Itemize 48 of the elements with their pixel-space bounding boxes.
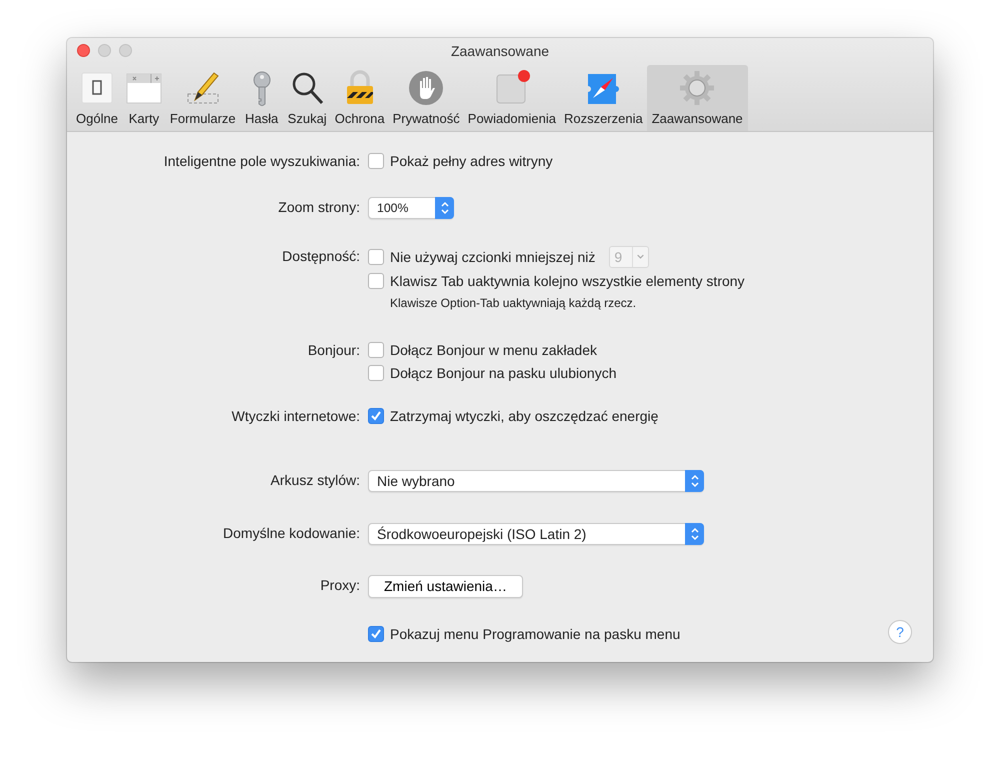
updown-arrows-icon <box>440 201 448 216</box>
checkbox-label[interactable]: Nie używaj czcionki mniejszej niż <box>390 247 596 268</box>
checkbox-label[interactable]: Dołącz Bonjour w menu zakładek <box>390 340 597 360</box>
toolbar-tab[interactable]: Szukaj <box>284 65 331 131</box>
toolbar-tab[interactable]: Ogólne <box>72 65 122 131</box>
zoom-button[interactable] <box>119 44 132 57</box>
checkbox[interactable] <box>368 626 384 642</box>
setting-label: Bonjour: <box>306 341 361 360</box>
settings-button[interactable]: Zmień ustawienia… <box>368 575 523 598</box>
popup-menu[interactable]: 100% <box>368 197 454 220</box>
hand-icon <box>408 70 444 106</box>
checkbox-label[interactable]: Zatrzymaj wtyczki, aby oszczędzać energię <box>390 406 658 426</box>
updown-arrows-icon <box>690 474 698 488</box>
toolbar-tab[interactable]: Hasła <box>240 65 284 131</box>
hint-text: Klawisze Option-Tab uaktywniają każdą rzecz. <box>389 295 638 312</box>
toolbar-tab[interactable]: Rozszerzenia <box>560 65 647 131</box>
setting-label: Inteligentne pole wyszukiwania: <box>162 152 361 171</box>
toolbar-tab[interactable]: Ochrona <box>330 65 389 131</box>
checkbox-label[interactable]: Pokaż pełny adres witryny <box>390 151 553 171</box>
checkbox[interactable] <box>368 153 384 169</box>
checkbox[interactable] <box>368 342 384 358</box>
setting-label: Proxy: <box>319 576 361 596</box>
checkbox[interactable] <box>368 273 384 290</box>
updown-arrows-icon <box>690 527 698 542</box>
gear-icon <box>679 70 716 106</box>
toolbar-tab[interactable]: Karty <box>122 65 166 131</box>
toolbar-tab[interactable]: Prywatność <box>388 65 464 131</box>
checkbox[interactable] <box>368 408 384 424</box>
setting-label: Dostępność: <box>281 247 361 266</box>
checkbox[interactable] <box>368 249 384 266</box>
setting-label: Zoom strony: <box>277 198 361 217</box>
toolbar-tab[interactable]: Zaawansowane <box>646 65 748 131</box>
checkbox-label[interactable]: Pokazuj menu Programowanie na pasku menu <box>390 624 680 644</box>
popup-menu[interactable]: Nie wybrano <box>368 470 704 492</box>
popup-menu[interactable]: Środkowoeuropejski (ISO Latin 2) <box>368 523 704 546</box>
toolbar-tab[interactable]: Formularze <box>166 65 240 131</box>
setting-label: Wtyczki internetowe: <box>230 407 361 426</box>
checkbox-label[interactable]: Dołącz Bonjour na pasku ulubionych <box>390 363 616 384</box>
checkbox-label[interactable]: Klawisz Tab uaktywnia kolejno wszystkie elementy strony <box>390 271 745 292</box>
setting-label: Domyślne kodowanie: <box>222 524 361 544</box>
setting-label: Arkusz stylów: <box>270 471 361 490</box>
close-button[interactable] <box>77 44 90 57</box>
notification-icon <box>494 70 530 106</box>
checkbox[interactable] <box>368 365 384 382</box>
minimize-button[interactable] <box>98 44 111 57</box>
pencil-icon <box>184 70 221 106</box>
toolbar-tab[interactable]: Powiadomienia <box>464 65 560 131</box>
window-title: Zaawansowane <box>450 42 550 61</box>
